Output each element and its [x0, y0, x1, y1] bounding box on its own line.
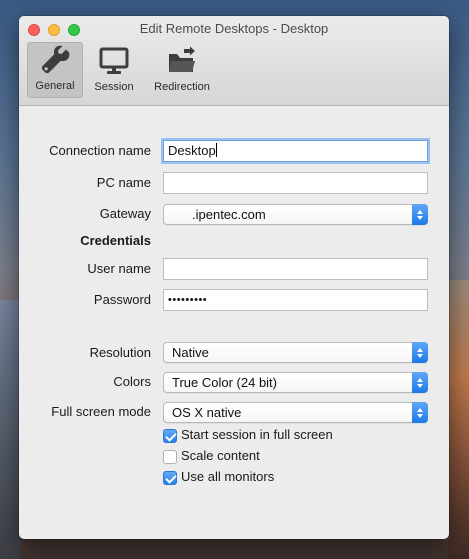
- desktop-background-right: [448, 280, 469, 559]
- tab-session-label: Session: [94, 81, 134, 93]
- tab-redirection-label: Redirection: [154, 81, 210, 93]
- updown-arrows-icon: [412, 204, 428, 225]
- connection-name-label: Connection name: [49, 143, 151, 158]
- scale-content-label: Scale content: [181, 448, 260, 463]
- resolution-value: Native: [172, 345, 209, 360]
- titlebar: Edit Remote Desktops - Desktop General S…: [19, 16, 449, 106]
- user-name-field[interactable]: [163, 258, 428, 280]
- window-title: Edit Remote Desktops - Desktop: [139, 21, 329, 36]
- gateway-value: .ipentec.com: [192, 207, 266, 222]
- wrench-icon: [41, 45, 70, 74]
- pc-name-label: PC name: [96, 175, 151, 190]
- folder-redirect-icon: [169, 46, 195, 72]
- tab-session[interactable]: Session: [89, 42, 139, 98]
- edit-remote-desktops-window: Edit Remote Desktops - Desktop General S…: [19, 16, 449, 539]
- gateway-select[interactable]: .ipentec.com: [163, 204, 428, 225]
- resolution-select[interactable]: Native: [163, 342, 428, 363]
- full-screen-mode-select[interactable]: OS X native: [163, 402, 428, 423]
- connection-name-value: Desktop: [168, 143, 216, 158]
- use-all-monitors-label: Use all monitors: [181, 469, 275, 484]
- start-full-screen-checkbox[interactable]: [163, 429, 177, 443]
- user-name-label: User name: [87, 261, 151, 276]
- resolution-label: Resolution: [89, 345, 151, 360]
- connection-name-field[interactable]: Desktop: [163, 140, 428, 162]
- credentials-heading: Credentials: [80, 233, 151, 248]
- colors-select[interactable]: True Color (24 bit): [163, 372, 428, 393]
- general-settings-panel: Connection name Desktop PC name Gateway …: [19, 107, 449, 539]
- tab-redirection[interactable]: Redirection: [149, 42, 215, 98]
- full-screen-mode-label: Full screen mode: [51, 404, 151, 419]
- scale-content-checkbox[interactable]: [163, 450, 177, 464]
- tab-general-label: General: [35, 80, 75, 92]
- use-all-monitors-checkbox[interactable]: [163, 471, 177, 485]
- colors-value: True Color (24 bit): [172, 375, 277, 390]
- text-caret: [215, 143, 217, 157]
- password-field[interactable]: •••••••••: [163, 289, 428, 311]
- tab-general[interactable]: General: [27, 42, 83, 98]
- updown-arrows-icon: [412, 402, 428, 423]
- password-label: Password: [93, 292, 151, 307]
- updown-arrows-icon: [412, 342, 428, 363]
- updown-arrows-icon: [412, 372, 428, 393]
- desktop-background-left: [0, 300, 20, 559]
- colors-label: Colors: [113, 374, 151, 389]
- monitor-icon: [99, 47, 129, 74]
- start-full-screen-label: Start session in full screen: [181, 427, 333, 442]
- full-screen-mode-value: OS X native: [172, 405, 242, 420]
- gateway-label: Gateway: [99, 206, 151, 221]
- pc-name-field[interactable]: [163, 172, 428, 194]
